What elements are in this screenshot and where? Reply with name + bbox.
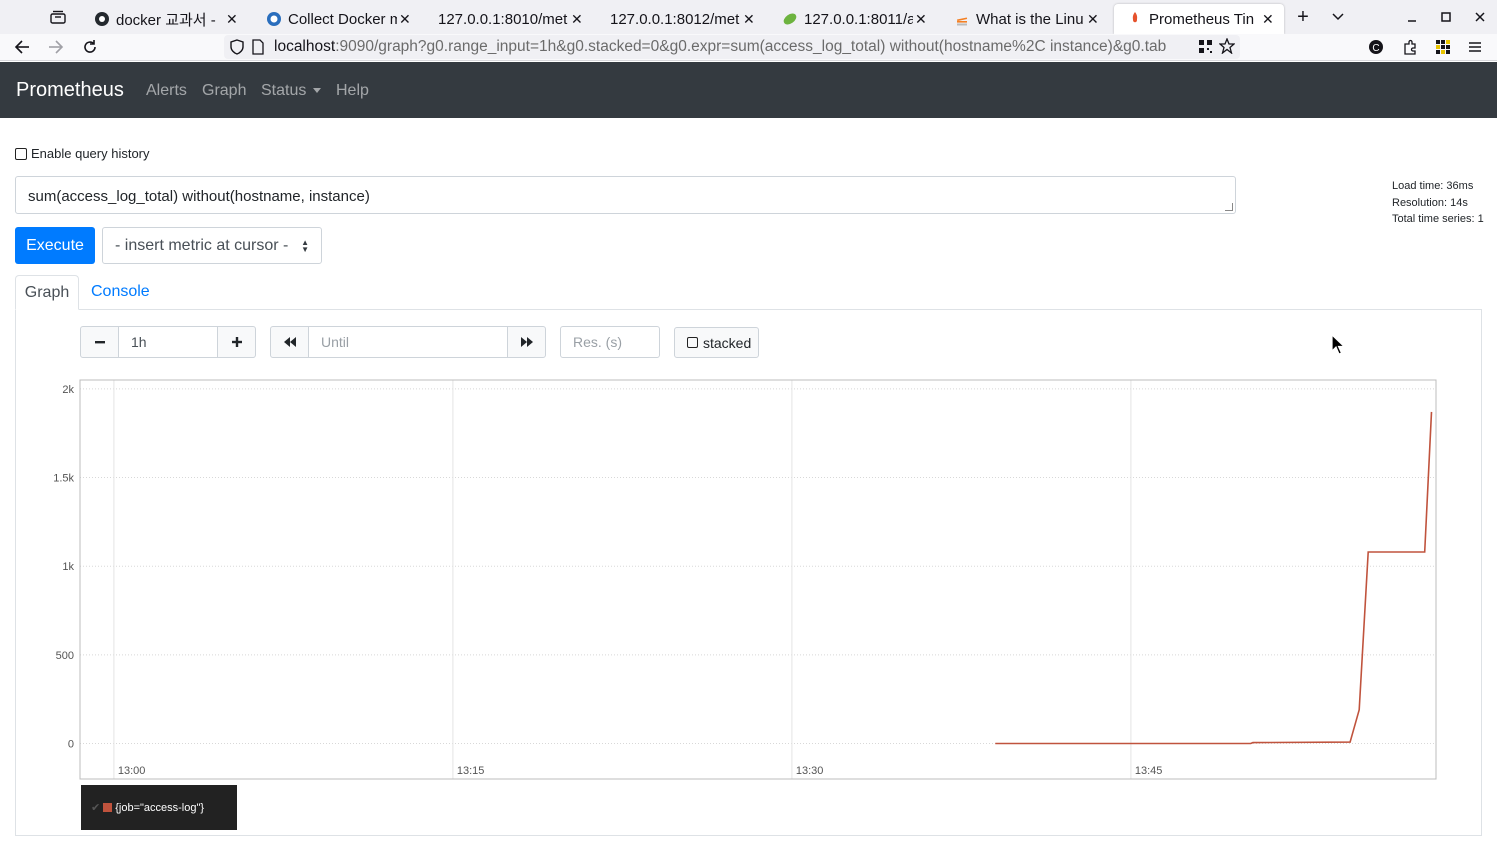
legend-check-icon: ✔ bbox=[91, 802, 101, 814]
chart-series bbox=[995, 411, 1433, 745]
y-tick-label: 0 bbox=[68, 739, 74, 751]
x-tick-label: 13:00 bbox=[118, 765, 146, 777]
chart-legend[interactable]: ✔ {job="access-log"} bbox=[81, 785, 237, 830]
chart-grid bbox=[80, 380, 1436, 779]
y-tick-label: 500 bbox=[56, 650, 74, 662]
chart-axes: 0 500 1k 1.5k 2k 13:00 13:15 13:30 13:45 bbox=[53, 379, 1437, 780]
mouse-cursor-icon bbox=[1331, 334, 1345, 355]
y-tick-label: 2k bbox=[62, 384, 74, 396]
y-tick-label: 1.5k bbox=[53, 473, 74, 485]
series-line bbox=[995, 411, 1433, 745]
x-tick-label: 13:45 bbox=[1135, 765, 1163, 777]
legend-swatch bbox=[103, 803, 113, 812]
legend-label: {job="access-log"} bbox=[115, 801, 205, 814]
time-series-chart[interactable]: 0 500 1k 1.5k 2k 13:00 13:15 13:30 13:45 bbox=[0, 0, 1497, 842]
plot-frame bbox=[79, 379, 1437, 780]
x-tick-label: 13:15 bbox=[457, 765, 485, 777]
x-tick-label: 13:30 bbox=[796, 765, 824, 777]
y-tick-label: 1k bbox=[62, 561, 74, 573]
